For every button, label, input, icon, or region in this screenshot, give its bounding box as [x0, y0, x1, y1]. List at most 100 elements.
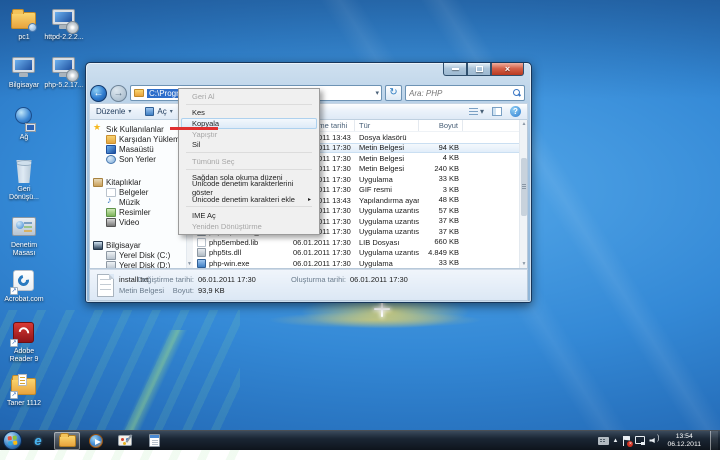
- show-hidden-icons-button[interactable]: ▲: [613, 438, 619, 444]
- file-row[interactable]: php5ts.dll 06.01.2011 17:30 Uygulama uza…: [193, 248, 527, 259]
- desktop-icon-php-installer[interactable]: php-5.2.17...: [44, 54, 84, 90]
- internet-explorer-icon: e: [34, 433, 41, 448]
- context-menu-item[interactable]: Tümünü Seç ▸: [181, 156, 317, 167]
- file-list-scrollbar[interactable]: ▲ ▼: [519, 120, 527, 268]
- show-desktop-button[interactable]: [710, 431, 718, 450]
- context-menu-item-label: Geri Al: [192, 92, 215, 101]
- desktop-icon-taner-folder[interactable]: ↗ Taner 1112: [4, 372, 44, 408]
- file-type: Uygulama uzantısı: [355, 227, 419, 236]
- minimize-button[interactable]: [443, 63, 467, 76]
- file-size: 94 KB: [419, 143, 463, 154]
- sidebar-item-icon: [106, 208, 116, 217]
- preview-pane-button[interactable]: [492, 107, 502, 116]
- minimize-icon: [452, 68, 459, 70]
- folder-icon: [134, 89, 144, 97]
- scroll-down-icon[interactable]: ▼: [187, 261, 192, 267]
- forward-arrow-icon: →: [114, 88, 124, 99]
- sidebar-item[interactable]: Belgeler: [106, 187, 185, 197]
- file-size: 48 KB: [419, 195, 463, 206]
- context-menu-item[interactable]: Geri Al ▸: [181, 91, 317, 102]
- sidebar-item[interactable]: Kitaplıklar: [93, 177, 185, 187]
- help-button[interactable]: ?: [510, 106, 521, 117]
- column-header-size[interactable]: Boyut: [419, 120, 463, 131]
- desktop-icon-httpd-installer[interactable]: httpd-2.2.2...: [44, 6, 84, 42]
- search-box[interactable]: [405, 85, 525, 101]
- file-row[interactable]: php-win.exe 06.01.2011 17:30 Uygulama 33…: [193, 258, 527, 269]
- media-player-icon: [89, 434, 103, 448]
- taskbar-paint-button[interactable]: [112, 432, 138, 450]
- context-menu-item[interactable]: Yeniden Dönüştürme ▸: [181, 221, 317, 232]
- desktop-icon-recycle-bin[interactable]: Geri Dönüşü...: [4, 158, 44, 202]
- sidebar-item[interactable]: Yerel Disk (C:): [106, 250, 185, 260]
- file-size: 57 KB: [419, 206, 463, 217]
- open-menu-button[interactable]: Aç▾: [145, 107, 172, 116]
- kopyala-annotation-underline: [170, 127, 218, 130]
- shortcut-arrow-icon: ↗: [10, 287, 18, 295]
- adobe-reader-icon: ↗: [10, 320, 38, 346]
- sidebar-item-label: Karşıdan Yüklem: [119, 135, 180, 144]
- close-button[interactable]: ×: [491, 63, 524, 76]
- desktop-icon-pc1[interactable]: pc1: [4, 6, 44, 42]
- desktop-icon-control-panel[interactable]: Denetim Masası: [4, 214, 44, 258]
- desktop-icon-label: Ağ: [4, 134, 44, 142]
- desktop-icon-computer[interactable]: Bilgisayar: [4, 54, 44, 90]
- desktop-icon-network[interactable]: Ağ: [4, 106, 44, 142]
- file-row[interactable]: php5embed.lib 06.01.2011 17:30 LIB Dosya…: [193, 237, 527, 248]
- context-menu-item-label: Tümünü Seç: [192, 157, 235, 166]
- sidebar-item[interactable]: Masaüstü: [106, 144, 185, 154]
- file-type: Uygulama uzantısı: [355, 248, 419, 257]
- sidebar-item[interactable]: Yerel Disk (D:): [106, 260, 185, 269]
- refresh-button[interactable]: ↻: [385, 85, 402, 101]
- network-status-icon[interactable]: [635, 436, 645, 445]
- desktop-icon-adobe-reader[interactable]: ↗ Adobe Reader 9: [4, 320, 44, 364]
- maximize-button[interactable]: [467, 63, 491, 76]
- scroll-up-icon[interactable]: ▲: [520, 121, 528, 127]
- sidebar-item-label: Yerel Disk (C:): [119, 251, 170, 260]
- search-input[interactable]: [409, 89, 513, 98]
- desktop-icon-label: Acrobat.com: [4, 296, 44, 304]
- file-name: php5embed.lib: [209, 238, 258, 247]
- sidebar-item-icon: [106, 198, 116, 207]
- desktop-icon-acrobat-com[interactable]: ↗ Acrobat.com: [4, 268, 44, 304]
- change-view-button[interactable]: ▾: [469, 107, 484, 116]
- desktop-icon-label: Denetim Masası: [4, 242, 44, 258]
- forward-button[interactable]: →: [110, 85, 127, 102]
- column-header-type[interactable]: Tür: [355, 120, 419, 131]
- address-dropdown-icon[interactable]: ▾: [375, 89, 379, 97]
- taskbar-journal-button[interactable]: [141, 432, 167, 450]
- context-menu-item[interactable]: Unicode denetim karakterlerini göster ▸: [181, 183, 317, 194]
- context-menu-item-label: Kes: [192, 108, 205, 117]
- action-center-icon[interactable]: [622, 436, 631, 446]
- context-menu-item[interactable]: Sil ▸: [181, 139, 317, 150]
- context-menu-item[interactable]: Yapıştır ▸: [181, 129, 317, 140]
- sidebar-item[interactable]: Bilgisayar: [93, 240, 185, 250]
- context-menu-item[interactable]: Kes ▸: [181, 108, 317, 119]
- start-button[interactable]: [3, 431, 22, 450]
- sidebar-item[interactable]: Resimler: [106, 207, 185, 217]
- taskbar-internet-explorer-button[interactable]: e: [25, 432, 51, 450]
- context-menu-item[interactable]: IME Aç ▸: [181, 210, 317, 221]
- taskbar-media-player-button[interactable]: [83, 432, 109, 450]
- sidebar-item-label: Sık Kullanılanlar: [106, 125, 164, 134]
- taskbar-clock[interactable]: 13:54 06.12.2011: [662, 433, 706, 449]
- sidebar-item-icon: [106, 251, 116, 260]
- desktop-icon-label: php-5.2.17...: [44, 82, 84, 90]
- taskbar-explorer-button[interactable]: [54, 432, 80, 450]
- organize-menu-button[interactable]: Düzenle▾: [96, 107, 131, 116]
- sidebar-item[interactable]: Son Yerler: [106, 154, 185, 164]
- file-type: Yapılandırma ayar...: [355, 196, 419, 205]
- sidebar-item[interactable]: Karşıdan Yüklem: [106, 134, 185, 144]
- volume-icon[interactable]: [649, 436, 658, 445]
- sidebar-item[interactable]: Video: [106, 217, 185, 227]
- window-titlebar[interactable]: ×: [86, 63, 531, 83]
- notepad-icon: [149, 434, 160, 447]
- sidebar-item[interactable]: Müzik: [106, 197, 185, 207]
- sidebar-item-label: Video: [119, 218, 139, 227]
- back-button[interactable]: ←: [90, 85, 107, 102]
- sidebar-item-icon: [106, 218, 116, 227]
- close-icon: ×: [505, 64, 510, 74]
- file-list-scroll-thumb[interactable]: [521, 158, 527, 216]
- keyboard-layout-icon[interactable]: [598, 437, 609, 445]
- scroll-down-icon[interactable]: ▼: [520, 261, 528, 267]
- file-name: php5ts.dll: [209, 248, 241, 257]
